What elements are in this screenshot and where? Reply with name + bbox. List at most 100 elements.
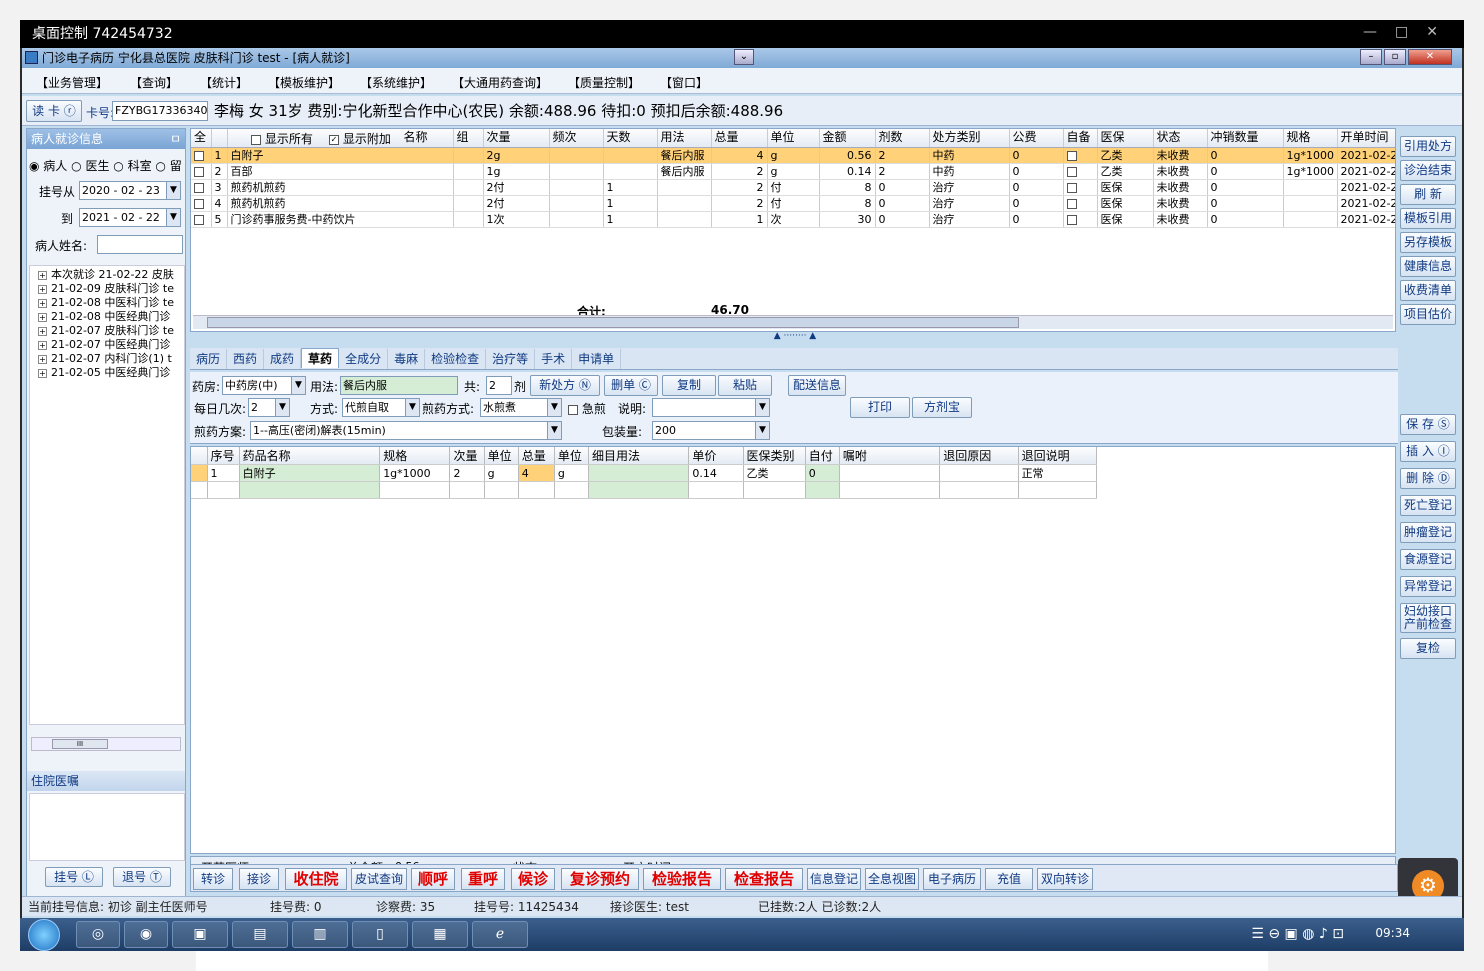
browser-icon[interactable]: ◉ bbox=[124, 921, 168, 948]
radio-stay[interactable]: ○ 留 bbox=[155, 159, 181, 173]
tab-western[interactable]: 西药 bbox=[227, 349, 265, 369]
cite-rx-button[interactable]: 引用处方 bbox=[1400, 136, 1456, 157]
pack-select[interactable]: 200 ▼ bbox=[652, 421, 770, 440]
tab-treatment[interactable]: 治疗等 bbox=[486, 349, 536, 369]
col-header[interactable]: 处方类别 bbox=[929, 129, 1010, 148]
self-prepared-checkbox[interactable] bbox=[1063, 179, 1098, 196]
dropdown-arrow-icon[interactable]: ▼ bbox=[291, 377, 305, 394]
table-cell[interactable]: g bbox=[484, 464, 519, 482]
col-header[interactable]: 药品名称 bbox=[239, 447, 381, 465]
print-button[interactable]: 打印 bbox=[850, 397, 910, 418]
tab-surgery[interactable]: 手术 bbox=[535, 349, 573, 369]
minimize-button[interactable]: – bbox=[1360, 49, 1382, 65]
menu-quality[interactable]: 【质量控制】 bbox=[568, 74, 640, 91]
show-all-checkbox[interactable]: 显示所有 bbox=[251, 130, 313, 147]
self-prepared-checkbox[interactable] bbox=[1063, 163, 1098, 180]
tree-item[interactable]: +21-02-07 内科门诊(1) t bbox=[38, 352, 184, 366]
tab-herbal[interactable]: 草药 bbox=[301, 348, 340, 368]
table-row[interactable]: 5门诊药事服务费-中药饮片1次11次300治疗0医保未收费02021-02-22 bbox=[191, 211, 1395, 228]
col-header[interactable]: 嘱咐 bbox=[839, 447, 941, 465]
table-cell[interactable]: 2 bbox=[449, 464, 485, 482]
tab-full-ingredient[interactable]: 全成分 bbox=[339, 349, 389, 369]
note-select[interactable]: ▼ bbox=[652, 398, 770, 417]
maternal-interface-button[interactable]: 妇幼接口产前检查 bbox=[1400, 603, 1456, 633]
abnormal-register-button[interactable]: 异常登记 bbox=[1400, 576, 1456, 597]
table-cell[interactable] bbox=[554, 481, 589, 499]
tab-narcotic[interactable]: 毒麻 bbox=[388, 349, 426, 369]
table-cell[interactable] bbox=[207, 481, 240, 499]
table-cell[interactable] bbox=[805, 481, 840, 499]
scroll-thumb[interactable] bbox=[207, 317, 1019, 328]
radio-dept[interactable]: ○ 科室 bbox=[113, 159, 151, 173]
lab-report-button[interactable]: 检验报告 bbox=[643, 868, 721, 890]
death-register-button[interactable]: 死亡登记 bbox=[1400, 495, 1456, 516]
finish-visit-button[interactable]: 诊治结束 bbox=[1400, 160, 1456, 181]
waiting-button[interactable]: 候诊 bbox=[511, 868, 555, 890]
col-header[interactable]: 退回说明 bbox=[1018, 447, 1098, 465]
call-next-button[interactable]: 顺呼 bbox=[411, 868, 455, 890]
unregister-button[interactable]: 退号 Ⓣ bbox=[113, 867, 171, 887]
dropdown-arrow-icon[interactable]: ▼ bbox=[755, 399, 769, 416]
table-cell[interactable] bbox=[588, 464, 690, 482]
table-cell[interactable] bbox=[484, 481, 519, 499]
row-checkbox[interactable] bbox=[191, 179, 212, 196]
date-from-field[interactable]: 2020 - 02 - 23 ▼ bbox=[79, 181, 181, 200]
ie-icon[interactable]: ℯ bbox=[472, 921, 528, 948]
card-number-field[interactable]: FZYBG17336340 bbox=[112, 101, 208, 121]
radio-doctor[interactable]: ○ 医生 bbox=[71, 159, 109, 173]
start-button[interactable] bbox=[28, 919, 60, 951]
table-row[interactable]: 4煎药机煎药2付12付80治疗0医保未收费02021-02-22 bbox=[191, 195, 1395, 212]
menu-template[interactable]: 【模板维护】 bbox=[268, 74, 340, 91]
follow-up-button[interactable]: 复诊预约 bbox=[561, 868, 639, 890]
pin-icon[interactable]: ㅁ bbox=[170, 129, 181, 149]
col-header[interactable]: 金额 bbox=[819, 129, 876, 148]
col-header[interactable]: 用法 bbox=[657, 129, 712, 148]
delivery-info-button[interactable]: 配送信息 bbox=[788, 375, 846, 396]
dropdown-arrow-icon[interactable]: ▼ bbox=[166, 182, 180, 199]
info-register-button[interactable]: 信息登记 bbox=[807, 868, 861, 890]
col-header[interactable]: 总量 bbox=[518, 447, 555, 465]
row-checkbox[interactable] bbox=[191, 163, 212, 180]
taskbar-app-icon[interactable]: ▦ bbox=[412, 921, 468, 948]
table-row[interactable]: 2 百部 1g 餐后内服 2 g 0.14 2 中药 0 乙类 未收费 0 1g*1000 2021-02-… bbox=[191, 163, 1395, 180]
method-select[interactable]: 代煎自取 ▼ bbox=[342, 398, 420, 417]
tree-item[interactable]: + 本次就诊 21-02-22 皮肤 bbox=[38, 268, 184, 282]
self-prepared-checkbox[interactable] bbox=[1063, 211, 1098, 228]
referral-button[interactable]: 转诊 bbox=[193, 868, 233, 890]
tree-scrollbar[interactable]: III bbox=[31, 737, 181, 751]
menu-business[interactable]: 【业务管理】 bbox=[36, 74, 108, 91]
menu-window[interactable]: 【窗口】 bbox=[660, 74, 708, 91]
table-cell[interactable]: 0 bbox=[805, 464, 840, 482]
read-card-button[interactable]: 读 卡 ⓡ bbox=[26, 100, 82, 122]
col-header[interactable]: 单位 bbox=[554, 447, 589, 465]
dropdown-arrow-icon[interactable]: ▼ bbox=[755, 422, 769, 439]
daily-times-select[interactable]: 2 ▼ bbox=[248, 398, 290, 417]
dropdown-arrow-icon[interactable]: ▼ bbox=[547, 399, 561, 416]
table-cell[interactable]: 正常 bbox=[1018, 464, 1098, 482]
tab-medical-record[interactable]: 病历 bbox=[190, 349, 228, 369]
col-header[interactable]: 序号 bbox=[207, 447, 240, 465]
restore-button[interactable]: ▫ bbox=[1384, 49, 1406, 65]
close-button[interactable]: ✕ bbox=[1408, 49, 1452, 65]
delete-button[interactable]: 删 除 Ⓓ bbox=[1400, 468, 1456, 489]
tab-patent[interactable]: 成药 bbox=[264, 349, 302, 369]
col-header[interactable]: 医保 bbox=[1097, 129, 1154, 148]
table-cell[interactable] bbox=[939, 464, 1019, 482]
formula-button[interactable]: 方剂宝 bbox=[912, 397, 972, 418]
estimate-button[interactable]: 项目估价 bbox=[1400, 304, 1456, 325]
dropdown-arrow-icon[interactable]: ▼ bbox=[547, 422, 561, 439]
table-cell[interactable] bbox=[239, 481, 381, 499]
row-checkbox[interactable] bbox=[191, 211, 212, 228]
tab-request[interactable]: 申请单 bbox=[572, 349, 622, 369]
table-row[interactable]: 1 白附子 1g*1000 2 g 4 g 0.14 乙类 0 正常 bbox=[191, 464, 1098, 482]
table-cell[interactable]: 乙类 bbox=[743, 464, 806, 482]
decoct-select[interactable]: 水煎煮 ▼ bbox=[480, 398, 562, 417]
row-checkbox[interactable] bbox=[191, 147, 212, 164]
menu-system[interactable]: 【系统维护】 bbox=[360, 74, 432, 91]
total-doses-input[interactable]: 2 bbox=[486, 376, 512, 395]
cite-template-button[interactable]: 模板引用 bbox=[1400, 208, 1456, 229]
recharge-button[interactable]: 充值 bbox=[985, 868, 1033, 890]
table-cell[interactable]: g bbox=[554, 464, 589, 482]
dropdown-arrow-icon[interactable]: ▼ bbox=[166, 209, 180, 226]
tree-item[interactable]: +21-02-05 中医经典门诊 bbox=[38, 366, 184, 380]
